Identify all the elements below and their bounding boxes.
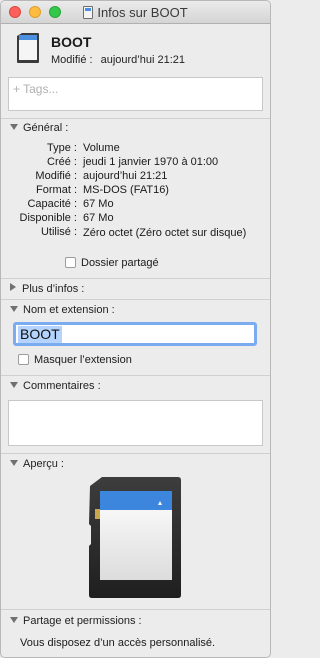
tags-field[interactable] (8, 77, 263, 111)
checkbox-box[interactable] (65, 257, 76, 268)
sd-card-preview-icon (89, 477, 181, 598)
info-key: Créé : (47, 156, 77, 168)
info-key: Utilisé : (40, 226, 77, 238)
section-name-ext-label: Nom et extension : (23, 304, 115, 316)
info-value: 67 Mo (83, 198, 114, 210)
info-key: Capacité : (27, 198, 77, 210)
section-more-info-toggle[interactable]: Plus d’infos : (10, 283, 84, 295)
tags-input[interactable] (11, 81, 255, 97)
divider (1, 118, 270, 119)
disclosure-open-icon (10, 382, 18, 388)
hide-extension-label: Masquer l’extension (34, 354, 132, 366)
disclosure-closed-icon (10, 283, 16, 291)
info-value: MS-DOS (FAT16) (83, 184, 169, 196)
divider (1, 453, 270, 454)
info-key: Disponible : (19, 212, 77, 224)
info-window: Infos sur BOOT BOOT Modifié : aujourd’hui… (0, 0, 271, 658)
shared-folder-label: Dossier partagé (81, 257, 159, 269)
info-value: jeudi 1 janvier 1970 à 01:00 (83, 156, 219, 168)
section-general-toggle[interactable]: Général : (10, 122, 68, 134)
info-value: Zéro octet (Zéro octet sur disque) (83, 227, 247, 239)
sd-card-icon (83, 6, 94, 19)
name-input-value[interactable]: BOOT (18, 326, 62, 343)
disclosure-open-icon (10, 460, 18, 466)
modified-line: Modifié : aujourd’hui 21:21 (51, 54, 185, 66)
disclosure-open-icon (10, 617, 18, 623)
disclosure-open-icon (10, 124, 18, 130)
info-value: 67 Mo (83, 212, 114, 224)
section-comments-toggle[interactable]: Commentaires : (10, 380, 101, 392)
section-comments-label: Commentaires : (23, 380, 101, 392)
info-key: Type : (47, 142, 77, 154)
name-input[interactable]: BOOT (13, 322, 257, 346)
modified-label: Modifié : (51, 54, 93, 66)
comments-textarea[interactable] (8, 400, 263, 446)
section-sharing-label: Partage et permissions : (23, 615, 142, 627)
divider (1, 609, 270, 610)
checkbox-box[interactable] (18, 354, 29, 365)
section-preview-label: Aperçu : (23, 458, 64, 470)
modified-value: aujourd’hui 21:21 (100, 54, 185, 66)
title-bar[interactable]: Infos sur BOOT (1, 1, 270, 24)
window-title: Infos sur BOOT (97, 5, 188, 20)
divider (1, 375, 270, 376)
info-key: Format : (36, 184, 77, 196)
info-value: aujourd’hui 21:21 (83, 170, 168, 182)
hide-extension-checkbox[interactable]: Masquer l’extension (18, 354, 132, 366)
divider (1, 278, 270, 279)
sd-card-icon (17, 33, 39, 63)
section-preview-toggle[interactable]: Aperçu : (10, 458, 64, 470)
info-key: Modifié : (35, 170, 77, 182)
file-name: BOOT (51, 34, 92, 50)
window-title-wrap: Infos sur BOOT (1, 5, 270, 20)
section-more-info-label: Plus d’infos : (22, 283, 85, 295)
shared-folder-checkbox[interactable]: Dossier partagé (65, 257, 159, 269)
section-general-label: Général : (23, 122, 69, 134)
section-sharing-toggle[interactable]: Partage et permissions : (10, 615, 142, 627)
divider (1, 299, 270, 300)
sharing-status-text: Vous disposez d’un accès personnalisé. (20, 637, 216, 649)
info-value: Volume (83, 142, 120, 154)
disclosure-open-icon (10, 306, 18, 312)
section-name-ext-toggle[interactable]: Nom et extension : (10, 304, 115, 316)
